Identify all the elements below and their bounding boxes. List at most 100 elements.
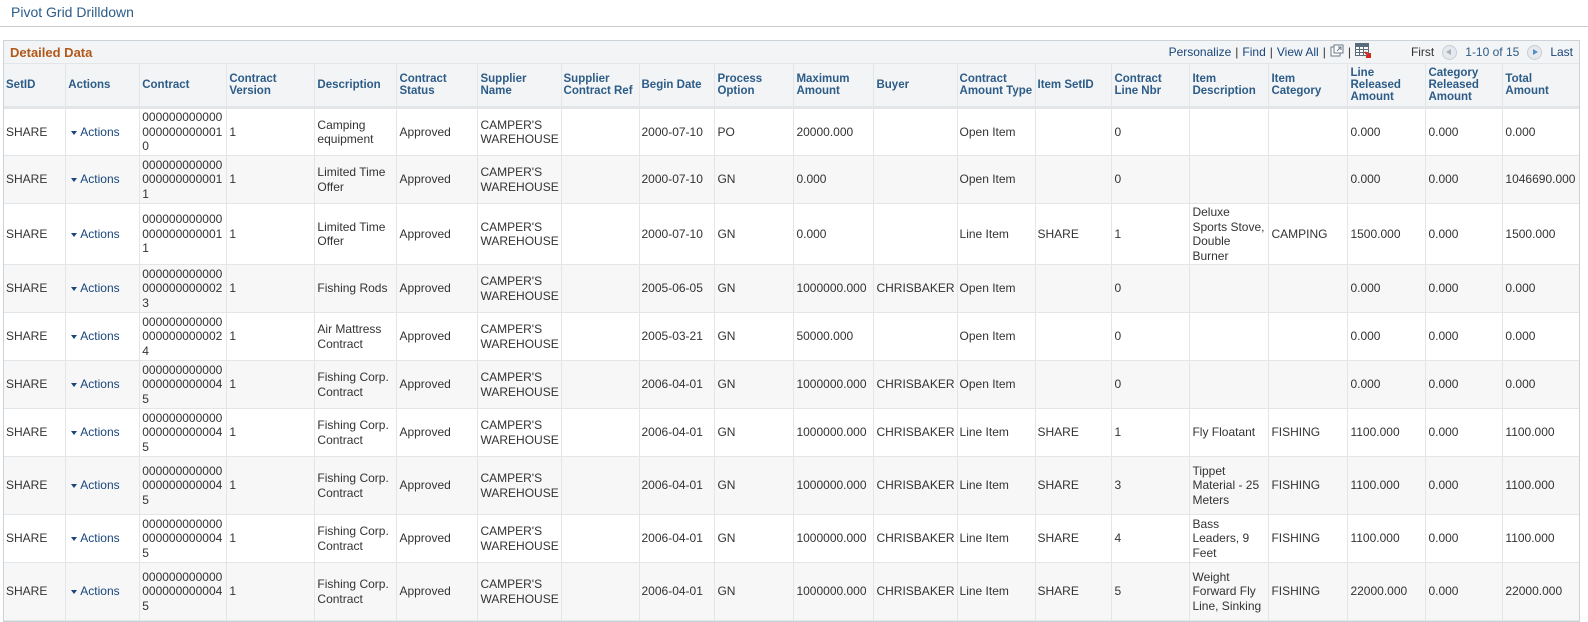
actions-menu-link[interactable]: Actions (68, 125, 120, 139)
personalize-link[interactable]: Personalize (1169, 45, 1232, 59)
column-header-begin-date[interactable]: Begin Date (639, 64, 716, 109)
actions-menu-link[interactable]: Actions (68, 584, 120, 598)
cell-actions: Actions (65, 107, 141, 156)
column-header-setid[interactable]: SetID (4, 64, 67, 109)
cell-value: Approved (399, 226, 451, 241)
column-header-buyer[interactable]: Buyer (873, 64, 958, 109)
column-header-item-description[interactable]: Item Description (1189, 64, 1270, 109)
actions-menu-link[interactable]: Actions (68, 377, 120, 391)
column-header-max-amount[interactable]: Maximum Amount (793, 64, 875, 109)
column-header-item-category[interactable]: Item Category (1268, 64, 1349, 109)
cell-supplier-ref (561, 514, 640, 563)
cell-value: 0 (1114, 377, 1122, 392)
separator: | (1347, 45, 1351, 59)
cell-value: 2000-07-10 (641, 226, 703, 241)
cell-value: 1000000.000 (796, 377, 867, 392)
page-range: 1-10 of 15 (1465, 45, 1520, 59)
cell-value: 0000000000000000000000023 (142, 266, 223, 310)
caret-down-icon (71, 232, 78, 237)
cell-value: 2006-04-01 (641, 584, 703, 599)
cell-item-description: Tippet Material - 25 Meters (1189, 456, 1270, 515)
cell-category-released: 0.000 (1425, 360, 1504, 409)
actions-menu-link[interactable]: Actions (68, 478, 120, 492)
column-header-supplier-ref[interactable]: Supplier Contract Ref (561, 64, 640, 109)
column-header-line-nbr[interactable]: Contract Line Nbr (1111, 64, 1191, 109)
column-header-item-setid[interactable]: Item SetID (1035, 64, 1113, 109)
cell-version: 1 (226, 312, 316, 361)
column-header-actions[interactable]: Actions (65, 64, 141, 109)
cell-amount-type: Line Item (957, 456, 1036, 515)
table-row: SHARE Actions 0000000000000000000000024 1 Ai… (4, 312, 1579, 361)
cell-item-description: Weight Forward Fly Line, Sinking (1189, 562, 1270, 621)
cell-value: Open Item (959, 124, 1016, 139)
cell-value: GN (717, 531, 736, 546)
cell-item-setid: SHARE (1035, 408, 1113, 457)
download-to-excel-icon[interactable] (1354, 43, 1371, 61)
table-row: SHARE Actions 0000000000000000000000011 1 Li… (4, 155, 1579, 204)
cell-contract: 0000000000000000000000024 (139, 312, 228, 361)
find-link[interactable]: Find (1242, 45, 1265, 59)
column-header-amount-type[interactable]: Contract Amount Type (957, 64, 1036, 109)
cell-version: 1 (226, 360, 316, 409)
cell-contract: 0000000000000000000000011 (139, 155, 228, 204)
column-header-line-released[interactable]: Line Released Amount (1347, 64, 1427, 109)
view-all-link[interactable]: View All (1277, 45, 1319, 59)
cell-value: Line Item (959, 226, 1009, 241)
cell-max-amount: 20000.000 (793, 107, 875, 156)
column-header-supplier[interactable]: Supplier Name (477, 64, 562, 109)
cell-begin-date: 2000-07-10 (639, 155, 716, 204)
cell-value: GN (717, 226, 736, 241)
cell-version: 1 (226, 203, 316, 265)
cell-item-setid: SHARE (1035, 456, 1113, 515)
actions-menu-link[interactable]: Actions (68, 531, 120, 545)
cell-description: Air Mattress Contract (314, 312, 398, 361)
cell-value: CAMPER'S WAREHOUSE (480, 418, 559, 447)
actions-menu-link[interactable]: Actions (68, 425, 120, 439)
cell-begin-date: 2006-04-01 (639, 562, 716, 621)
actions-menu-link[interactable]: Actions (68, 281, 120, 295)
cell-value: 1000000.000 (796, 478, 867, 493)
cell-item-category (1268, 107, 1349, 156)
cell-status: Approved (396, 155, 479, 204)
column-header-contract[interactable]: Contract (139, 64, 228, 109)
column-header-process-option[interactable]: Process Option (714, 64, 795, 109)
next-page-icon[interactable] (1527, 44, 1543, 60)
cell-status: Approved (396, 203, 479, 265)
actions-menu-link[interactable]: Actions (68, 172, 120, 186)
column-header-status[interactable]: Contract Status (396, 64, 479, 109)
cell-process-option: GN (714, 203, 795, 265)
cell-value: GN (717, 478, 736, 493)
cell-process-option: GN (714, 408, 795, 457)
cell-value: 0.000 (1350, 329, 1381, 344)
cell-value: 0.000 (1428, 124, 1459, 139)
caret-down-icon (71, 335, 78, 340)
cell-value: 2000-07-10 (641, 124, 703, 139)
cell-buyer (873, 107, 958, 156)
cell-setid: SHARE (4, 264, 67, 313)
previous-page-icon[interactable] (1442, 44, 1458, 60)
table-row: SHARE Actions 0000000000000000000000045 1 Fi… (4, 360, 1579, 409)
column-header-description[interactable]: Description (314, 64, 398, 109)
first-label: First (1410, 45, 1435, 59)
cell-value: 3 (1114, 478, 1122, 493)
cell-value: Fishing Corp. Contract (317, 524, 389, 553)
cell-value: 2006-04-01 (641, 425, 703, 440)
new-window-icon[interactable] (1330, 44, 1344, 60)
cell-setid: SHARE (4, 312, 67, 361)
actions-menu-link[interactable]: Actions (68, 329, 120, 343)
column-header-total[interactable]: Total Amount (1502, 64, 1579, 109)
last-link[interactable]: Last (1550, 45, 1573, 59)
cell-contract: 0000000000000000000000023 (139, 264, 228, 313)
cell-value: Approved (399, 478, 451, 493)
cell-contract: 0000000000000000000000010 (139, 107, 228, 156)
cell-line-released: 1100.000 (1347, 408, 1427, 457)
cell-value: 0 (1114, 124, 1122, 139)
actions-menu-link[interactable]: Actions (68, 227, 120, 241)
cell-contract: 0000000000000000000000045 (139, 360, 228, 409)
column-header-version[interactable]: Contract Version (226, 64, 316, 109)
cell-item-setid: SHARE (1035, 514, 1113, 563)
column-header-category-released[interactable]: Category Released Amount (1425, 64, 1504, 109)
table-row: SHARE Actions 0000000000000000000000011 1 Li… (4, 203, 1579, 265)
separator: | (1322, 45, 1326, 59)
cell-value: CHRISBAKER (876, 425, 955, 440)
